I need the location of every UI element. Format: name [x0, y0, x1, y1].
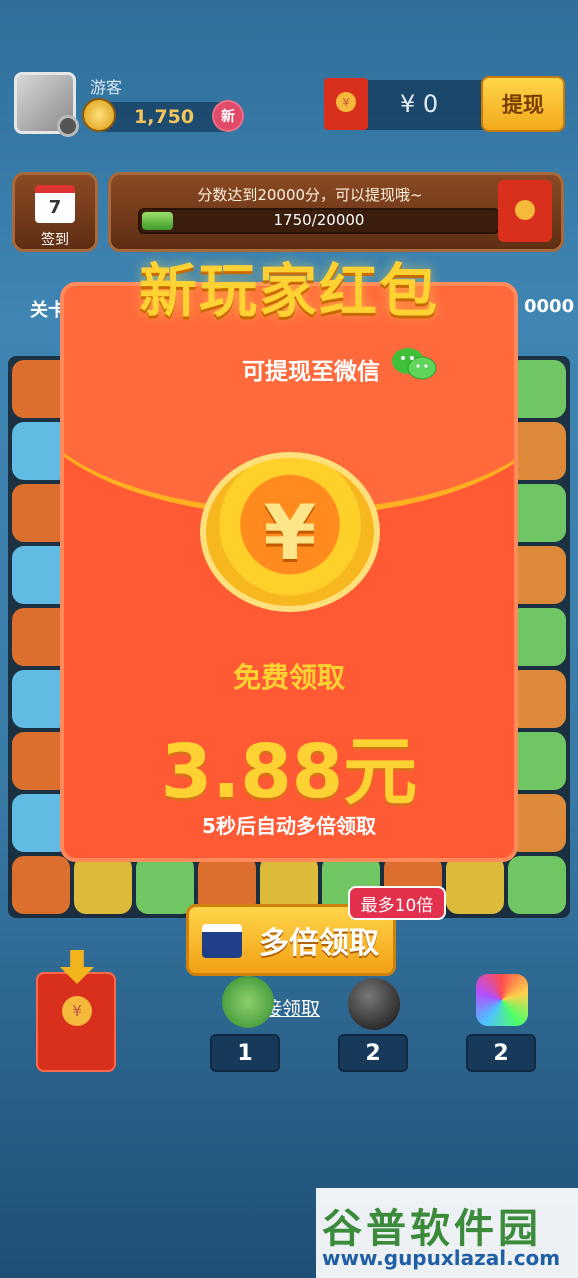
auto-claim-text: 5秒后自动多倍领取: [202, 814, 376, 838]
withdraw-button[interactable]: 提现: [481, 76, 565, 132]
cash-balance: ¥ 0: [400, 90, 439, 118]
free-claim-label: 免费领取: [232, 661, 345, 694]
yuan-coin-icon[interactable]: ¥: [200, 452, 380, 612]
bottom-red-envelope[interactable]: ¥: [36, 950, 116, 1072]
wechat-withdraw-text: 可提现至微信: [242, 359, 380, 385]
max-multiplier-badge: 最多10倍: [348, 886, 446, 920]
reward-amount: 3.88元: [160, 729, 418, 815]
new-badge[interactable]: 新: [212, 100, 244, 132]
watermark-url: www.gupuxlazal.com: [322, 1246, 561, 1270]
red-envelope-icon: ¥: [324, 78, 368, 130]
rainbow-tool-icon[interactable]: [476, 974, 528, 1026]
checkin-button[interactable]: 7 签到: [12, 172, 98, 252]
refresh-tool-icon[interactable]: [222, 976, 274, 1028]
board-tile[interactable]: [508, 856, 566, 914]
wechat-icon: [392, 348, 437, 380]
tool-count: 2: [338, 1034, 408, 1072]
video-clapper-icon: [202, 924, 242, 958]
bomb-tool-icon[interactable]: [348, 978, 400, 1030]
avatar[interactable]: [14, 72, 79, 137]
tool-count: 2: [466, 1034, 536, 1072]
board-tile[interactable]: [12, 856, 70, 914]
score-value: 1,750: [134, 106, 195, 128]
calendar-icon: 7: [35, 185, 75, 223]
board-tile[interactable]: [74, 856, 132, 914]
username: 游客: [90, 78, 123, 97]
board-tile[interactable]: [136, 856, 194, 914]
board-tile[interactable]: [446, 856, 504, 914]
modal-title: 新玩家红包: [138, 257, 439, 325]
settings-gear-icon[interactable]: [57, 115, 79, 137]
red-envelope-icon[interactable]: [498, 180, 552, 242]
progress-text: 1750/20000: [273, 211, 365, 229]
trophy-icon: [82, 98, 116, 132]
progress-tip: 分数达到20000分，可以提现哦~: [197, 186, 423, 204]
coin-icon: ¥: [62, 996, 92, 1026]
tool-count: 1: [210, 1034, 280, 1072]
target-score: 0000: [524, 296, 575, 317]
arrow-down-icon: [60, 950, 94, 984]
